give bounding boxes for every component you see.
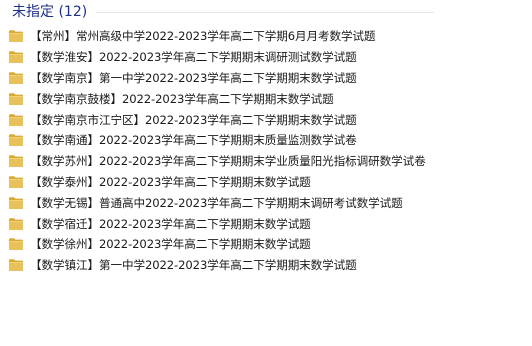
folder-item[interactable]: 【数学南京鼓楼】2022-2023学年高二下学期期末数学试题	[0, 88, 532, 109]
folder-item[interactable]: 【数学徐州】2022-2023学年高二下学期期末数学试题	[0, 234, 532, 255]
folder-icon	[8, 154, 24, 168]
folder-name: 【数学镇江】第一中学2022-2023学年高二下学期期末数学试题	[30, 258, 357, 273]
folder-icon	[8, 133, 24, 147]
folder-icon	[8, 113, 24, 127]
folder-icon	[8, 29, 24, 43]
folder-item[interactable]: 【数学南京市江宁区】2022-2023学年高二下学期期末数学试题	[0, 109, 532, 130]
folder-name: 【数学无锡】普通高中2022-2023学年高二下学期期末调研考试数学试题	[30, 195, 403, 210]
folder-item[interactable]: 【数学南通】2022-2023学年高二下学期期末质量监测数学试卷	[0, 130, 532, 151]
folder-icon	[8, 237, 24, 251]
folder-name: 【数学苏州】2022-2023学年高二下学期期末学业质量阳光指标调研数学试卷	[30, 154, 426, 169]
folder-item[interactable]: 【数学泰州】2022-2023学年高二下学期期末数学试题	[0, 172, 532, 193]
group-header[interactable]: 未指定 (12)	[0, 0, 532, 26]
folder-icon	[8, 258, 24, 272]
group-divider	[96, 12, 434, 13]
file-list: 【常州】常州高级中学2022-2023学年高二下学期6月月考数学试题 【数学淮安】…	[0, 26, 532, 276]
folder-name: 【数学南京】第一中学2022-2023学年高二下学期期末数学试题	[30, 70, 357, 85]
folder-name: 【数学南京鼓楼】2022-2023学年高二下学期期末数学试题	[30, 91, 334, 106]
folder-icon	[8, 71, 24, 85]
folder-icon	[8, 196, 24, 210]
folder-icon	[8, 175, 24, 189]
folder-item[interactable]: 【数学宿迁】2022-2023学年高二下学期期末数学试题	[0, 213, 532, 234]
folder-icon	[8, 92, 24, 106]
folder-item[interactable]: 【常州】常州高级中学2022-2023学年高二下学期6月月考数学试题	[0, 26, 532, 47]
folder-name: 【数学南通】2022-2023学年高二下学期期末质量监测数学试卷	[30, 133, 357, 148]
folder-name: 【数学宿迁】2022-2023学年高二下学期期末数学试题	[30, 216, 311, 231]
folder-icon	[8, 217, 24, 231]
group-title[interactable]: 未指定 (12)	[12, 3, 87, 21]
folder-item[interactable]: 【数学苏州】2022-2023学年高二下学期期末学业质量阳光指标调研数学试卷	[0, 151, 532, 172]
folder-item[interactable]: 【数学南京】第一中学2022-2023学年高二下学期期末数学试题	[0, 68, 532, 89]
folder-icon	[8, 50, 24, 64]
folder-name: 【常州】常州高级中学2022-2023学年高二下学期6月月考数学试题	[30, 29, 376, 44]
folder-name: 【数学徐州】2022-2023学年高二下学期期末数学试题	[30, 237, 311, 252]
folder-item[interactable]: 【数学镇江】第一中学2022-2023学年高二下学期期末数学试题	[0, 255, 532, 276]
folder-name: 【数学泰州】2022-2023学年高二下学期期末数学试题	[30, 174, 311, 189]
folder-item[interactable]: 【数学淮安】2022-2023学年高二下学期期末调研测试数学试题	[0, 47, 532, 68]
folder-name: 【数学淮安】2022-2023学年高二下学期期末调研测试数学试题	[30, 50, 357, 65]
folder-name: 【数学南京市江宁区】2022-2023学年高二下学期期末数学试题	[30, 112, 357, 127]
folder-item[interactable]: 【数学无锡】普通高中2022-2023学年高二下学期期末调研考试数学试题	[0, 192, 532, 213]
